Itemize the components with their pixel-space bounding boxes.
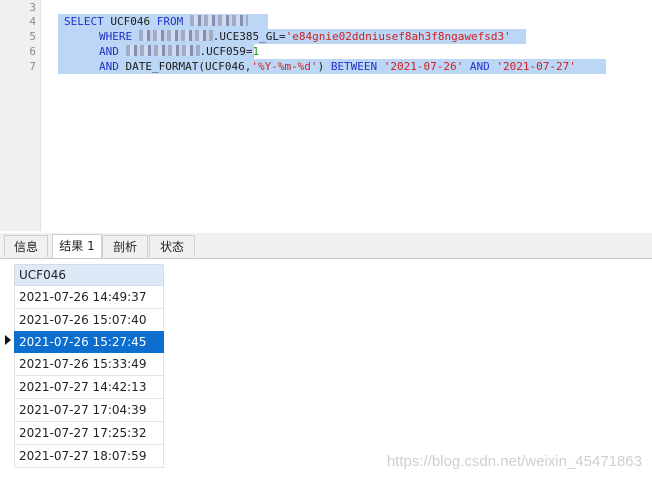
code-line-6: AND .UCF059=1 (99, 44, 259, 59)
table-row-selected[interactable]: 2021-07-26 15:27:45 (14, 331, 164, 354)
sql-keyword: AND (469, 60, 490, 73)
tab-result-1[interactable]: 结果 1 (52, 234, 102, 258)
sql-string: '2021-07-26' (383, 60, 464, 73)
table-row[interactable]: 2021-07-27 18:07:59 (14, 445, 164, 468)
sql-keyword: WHERE (99, 30, 133, 43)
sql-text: DATE_FORMAT(UCF046, (118, 60, 252, 73)
table-row[interactable]: 2021-07-27 17:04:39 (14, 399, 164, 422)
sql-keyword: AND (99, 60, 119, 73)
sql-editor[interactable]: 3 4 5 6 7 SELECT UCF046 FROM WHERE .UCE3… (0, 0, 652, 231)
table-row[interactable]: 2021-07-26 14:49:37 (14, 286, 164, 309)
sql-text: UCF046 (103, 15, 157, 28)
tab-info[interactable]: 信息 (4, 235, 48, 257)
tab-status[interactable]: 状态 (149, 235, 195, 257)
sql-text: ) (317, 60, 331, 73)
redacted-table-name (189, 15, 248, 26)
line-number: 4 (29, 15, 36, 28)
sql-keyword: BETWEEN (330, 60, 378, 73)
line-number-gutter: 3 4 5 6 7 (0, 0, 41, 231)
watermark: https://blog.csdn.net/weixin_45471863 (386, 453, 642, 470)
code-line-7: AND DATE_FORMAT(UCF046,'%Y-%m-%d') BETWE… (99, 59, 576, 74)
sql-number: 1 (252, 45, 260, 58)
line-number: 5 (29, 30, 36, 43)
table-row[interactable]: 2021-07-27 14:42:13 (14, 376, 164, 399)
column-header-ucf046[interactable]: UCF046 (14, 264, 164, 286)
redacted-table-name (125, 45, 200, 56)
table-row[interactable]: 2021-07-26 15:07:40 (14, 309, 164, 332)
line-number: 7 (29, 60, 36, 73)
sql-text: .UCF059= (199, 45, 253, 58)
tab-profile[interactable]: 剖析 (102, 235, 148, 257)
code-line-5: WHERE .UCE385_GL='e84gnie02ddniusef8ah3f… (99, 29, 511, 44)
sql-string: '2021-07-27' (496, 60, 576, 73)
redacted-table-name (138, 30, 213, 41)
line-number: 3 (29, 1, 36, 14)
current-row-indicator-icon (5, 335, 11, 345)
sql-string: 'e84gnie02ddniusef8ah3f8ngawefsd3' (285, 30, 511, 43)
code-line-4: SELECT UCF046 FROM (64, 14, 248, 29)
result-tab-bar: 信息 结果 1 剖析 状态 (0, 233, 652, 259)
sql-string: '%Y-%m-%d' (251, 60, 318, 73)
sql-keyword: SELECT (64, 15, 104, 28)
sql-text: .UCE385_GL= (212, 30, 286, 43)
sql-keyword: FROM (156, 15, 184, 28)
line-number: 6 (29, 45, 36, 58)
sql-keyword: AND (99, 45, 119, 58)
table-row[interactable]: 2021-07-27 17:25:32 (14, 422, 164, 445)
table-row[interactable]: 2021-07-26 15:33:49 (14, 353, 164, 376)
result-grid: UCF046 2021-07-26 14:49:37 2021-07-26 15… (0, 259, 652, 478)
